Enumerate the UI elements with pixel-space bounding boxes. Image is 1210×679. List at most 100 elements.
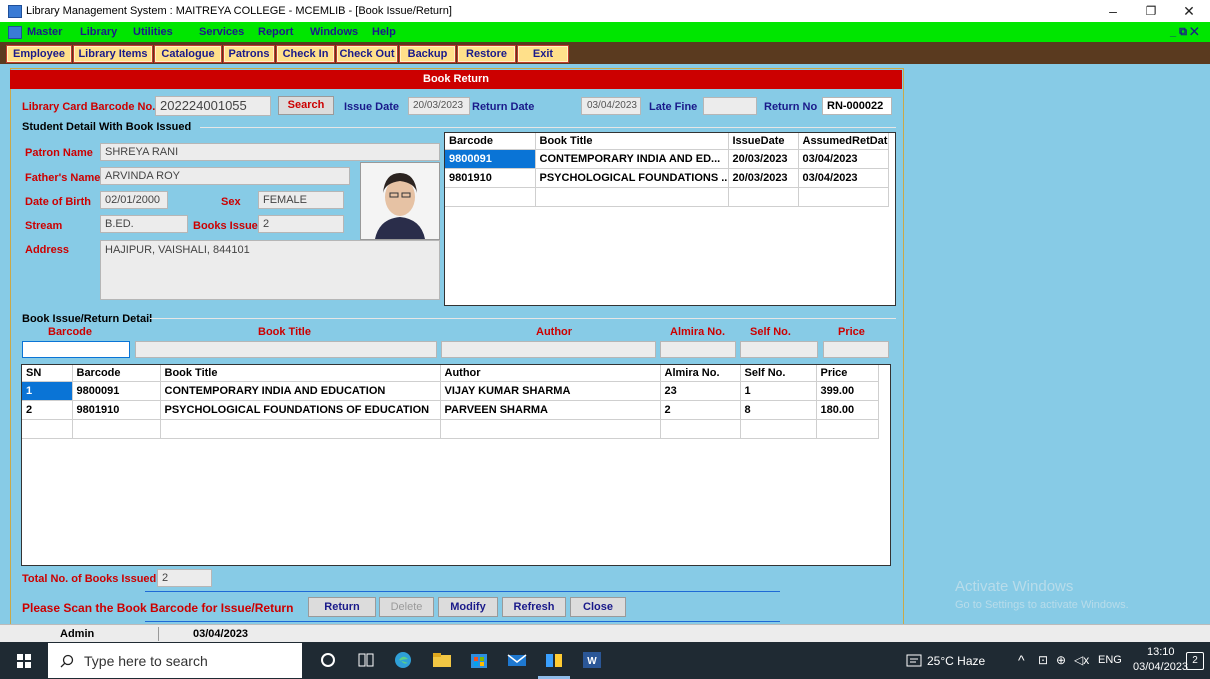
modify-button[interactable]: Modify (438, 597, 498, 617)
library-app-icon[interactable] (544, 651, 564, 669)
table-cell[interactable]: 03/04/2023 (798, 149, 889, 169)
file-explorer-icon[interactable] (432, 651, 452, 669)
table-cell[interactable]: VIJAY KUMAR SHARMA (440, 381, 661, 401)
issued-col-returndate[interactable]: AssumedRetDat (798, 133, 889, 150)
toolbar-exit-button[interactable]: Exit (517, 45, 569, 63)
table-cell[interactable]: 1 (22, 381, 73, 401)
table-cell[interactable]: 399.00 (816, 381, 879, 401)
volume-muted-icon[interactable]: ◁x (1074, 653, 1089, 667)
detail-col-author[interactable]: Author (440, 365, 661, 382)
table-cell[interactable]: 03/04/2023 (798, 168, 889, 188)
maximize-button[interactable]: ❐ (1138, 2, 1164, 20)
table-cell[interactable]: CONTEMPORARY INDIA AND ED... (535, 149, 729, 169)
return-no-field: RN-000022 (822, 97, 892, 115)
store-icon[interactable] (469, 651, 489, 669)
menu-help[interactable]: Help (372, 26, 396, 38)
edge-icon[interactable] (393, 651, 413, 669)
refresh-button[interactable]: Refresh (502, 597, 566, 617)
detail-col-title[interactable]: Book Title (160, 365, 441, 382)
delete-button[interactable]: Delete (379, 597, 434, 617)
detail-col-almira[interactable]: Almira No. (660, 365, 741, 382)
total-books-field: 2 (157, 569, 212, 587)
cortana-icon[interactable] (318, 651, 338, 669)
table-cell[interactable]: 9800091 (445, 149, 536, 169)
menu-utilities[interactable]: Utilities (133, 26, 173, 38)
self-input[interactable] (740, 341, 818, 358)
table-row[interactable]: 1 9800091 CONTEMPORARY INDIA AND EDUCATI… (22, 381, 879, 401)
table-cell[interactable]: 2 (22, 400, 73, 420)
table-cell[interactable]: 1 (740, 381, 817, 401)
issued-books-grid[interactable]: Barcode Book Title IssueDate AssumedRetD… (444, 132, 896, 306)
app-icon (8, 5, 22, 18)
toolbar-check-out-button[interactable]: Check Out (336, 45, 398, 63)
toolbar-check-in-button[interactable]: Check In (276, 45, 335, 63)
network-icon[interactable]: ⊡ (1038, 653, 1048, 667)
menu-windows[interactable]: Windows (310, 26, 358, 38)
table-cell[interactable]: 180.00 (816, 400, 879, 420)
table-cell[interactable]: PSYCHOLOGICAL FOUNDATIONS OF EDUCATION (160, 400, 441, 420)
table-cell[interactable]: 2 (660, 400, 741, 420)
card-barcode-input[interactable]: 202224001055 (155, 96, 271, 116)
toolbar-catalogue-button[interactable]: Catalogue (154, 45, 222, 63)
clock-date[interactable]: 03/04/2023 (1133, 661, 1188, 673)
close-button[interactable]: ✕ (1176, 2, 1202, 20)
weather-icon[interactable] (906, 654, 922, 667)
book-title-input[interactable] (135, 341, 437, 358)
toolbar-employee-button[interactable]: Employee (6, 45, 72, 63)
late-fine-label: Late Fine (649, 101, 698, 113)
table-row-empty[interactable] (22, 419, 879, 439)
issued-col-title[interactable]: Book Title (535, 133, 729, 150)
toolbar-patrons-button[interactable]: Patrons (223, 45, 275, 63)
table-cell[interactable]: 8 (740, 400, 817, 420)
issued-col-issuedate[interactable]: IssueDate (728, 133, 799, 150)
detail-col-barcode[interactable]: Barcode (72, 365, 161, 382)
menu-library[interactable]: Library (80, 26, 117, 38)
search-button[interactable]: Search (278, 96, 334, 115)
menu-report[interactable]: Report (258, 26, 293, 38)
globe-icon[interactable]: ⊕ (1056, 653, 1066, 667)
table-cell[interactable]: 20/03/2023 (728, 168, 799, 188)
detail-books-grid[interactable]: SN Barcode Book Title Author Almira No. … (21, 364, 891, 566)
table-row[interactable]: 9800091 CONTEMPORARY INDIA AND ED... 20/… (445, 149, 889, 169)
table-row[interactable]: 9801910 PSYCHOLOGICAL FOUNDATIONS ... 20… (445, 168, 889, 188)
windows-start-icon[interactable] (17, 654, 31, 668)
taskbar-search-box[interactable]: Type here to search (48, 643, 302, 678)
price-input[interactable] (823, 341, 889, 358)
mdi-controls[interactable]: _ ⧉ ✕ (1170, 26, 1198, 39)
table-cell[interactable]: 9801910 (445, 168, 536, 188)
menu-master[interactable]: Master (27, 26, 62, 38)
tray-chevron-icon[interactable]: ^ (1018, 652, 1025, 668)
language-indicator[interactable]: ENG (1098, 654, 1122, 666)
return-button[interactable]: Return (308, 597, 376, 617)
table-cell[interactable]: CONTEMPORARY INDIA AND EDUCATION (160, 381, 441, 401)
detail-col-sn[interactable]: SN (22, 365, 73, 382)
table-cell[interactable]: PARVEEN SHARMA (440, 400, 661, 420)
table-cell[interactable]: 20/03/2023 (728, 149, 799, 169)
menu-services[interactable]: Services (199, 26, 244, 38)
barcode-scan-input[interactable] (22, 341, 130, 358)
detail-col-self[interactable]: Self No. (740, 365, 817, 382)
table-cell[interactable]: PSYCHOLOGICAL FOUNDATIONS ... (535, 168, 729, 188)
word-icon[interactable]: W (582, 651, 602, 669)
notification-icon[interactable]: 2 (1186, 652, 1204, 670)
table-cell[interactable]: 9800091 (72, 381, 161, 401)
return-no-label: Return No (764, 101, 818, 113)
detail-barcode-label: Barcode (48, 326, 93, 338)
minimize-button[interactable]: – (1100, 2, 1126, 20)
close-form-button[interactable]: Close (570, 597, 626, 617)
weather-text[interactable]: 25°C Haze (927, 654, 985, 668)
detail-col-price[interactable]: Price (816, 365, 879, 382)
table-cell[interactable]: 23 (660, 381, 741, 401)
clock-time[interactable]: 13:10 (1147, 646, 1175, 658)
task-view-icon[interactable] (356, 651, 376, 669)
table-row-empty[interactable] (445, 187, 889, 207)
issued-col-barcode[interactable]: Barcode (445, 133, 536, 150)
table-row[interactable]: 2 9801910 PSYCHOLOGICAL FOUNDATIONS OF E… (22, 400, 879, 420)
table-cell[interactable]: 9801910 (72, 400, 161, 420)
toolbar-backup-button[interactable]: Backup (399, 45, 456, 63)
author-input[interactable] (441, 341, 656, 358)
almira-input[interactable] (660, 341, 736, 358)
mail-icon[interactable] (507, 651, 527, 669)
toolbar-library-items-button[interactable]: Library Items (73, 45, 153, 63)
toolbar-restore-button[interactable]: Restore (457, 45, 516, 63)
